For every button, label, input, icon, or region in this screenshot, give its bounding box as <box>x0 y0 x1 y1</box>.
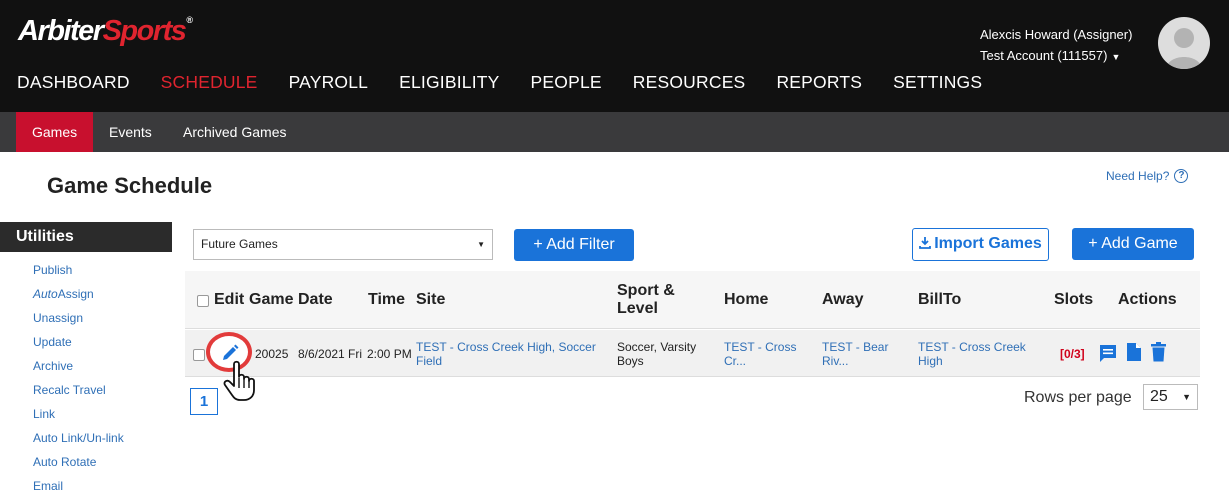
hand-cursor-icon <box>223 360 255 401</box>
logo-sports: Sports <box>102 15 187 47</box>
tab-games[interactable]: Games <box>16 112 94 152</box>
add-filter-button[interactable]: + Add Filter <box>514 229 634 261</box>
cell-site[interactable]: TEST - Cross Creek High, Soccer Field <box>416 340 606 368</box>
person-icon <box>1166 28 1202 69</box>
cell-sport-level: Soccer, Varsity Boys <box>617 340 697 368</box>
filter-select-value: Future Games <box>201 237 278 251</box>
nav-dashboard[interactable]: DASHBOARD <box>17 72 130 93</box>
rows-per-page-select[interactable]: 25 ▼ <box>1143 384 1198 410</box>
sub-nav: Games Events Archived Games <box>0 112 1229 152</box>
header-actions: Actions <box>1118 291 1177 308</box>
avatar[interactable] <box>1158 17 1210 69</box>
header-site[interactable]: Site <box>416 291 445 309</box>
nav-settings[interactable]: SETTINGS <box>893 72 982 93</box>
cell-time: 2:00 PM <box>367 347 412 361</box>
utility-autoassign-prefix: Auto <box>33 287 58 301</box>
trash-icon[interactable] <box>1150 342 1167 362</box>
user-menu[interactable]: Alexcis Howard (Assigner) Test Account (… <box>980 24 1132 68</box>
utility-autoassign[interactable]: AutoAssign <box>33 286 124 310</box>
tab-archived-games[interactable]: Archived Games <box>183 112 286 152</box>
page-title: Game Schedule <box>47 173 213 198</box>
document-icon[interactable] <box>1126 342 1142 362</box>
top-header: ArbiterSports® DASHBOARD SCHEDULE PAYROL… <box>0 0 1229 112</box>
help-icon: ? <box>1174 169 1189 183</box>
dropdown-arrow-icon: ▼ <box>1182 392 1191 402</box>
nav-schedule[interactable]: SCHEDULE <box>161 72 258 93</box>
header-time[interactable]: Time <box>368 291 405 309</box>
import-games-label: Import Games <box>934 235 1042 252</box>
header-home[interactable]: Home <box>724 291 768 309</box>
header-edit: Edit <box>214 291 245 308</box>
user-name: Alexcis Howard (Assigner) <box>980 27 1133 42</box>
rows-per-page-label: Rows per page <box>1024 389 1132 406</box>
nav-reports[interactable]: REPORTS <box>776 72 862 93</box>
nav-people[interactable]: PEOPLE <box>531 72 602 93</box>
cell-home[interactable]: TEST - Cross Cr... <box>724 340 810 368</box>
main-nav: DASHBOARD SCHEDULE PAYROLL ELIGIBILITY P… <box>17 72 1013 93</box>
utility-autoassign-label: Assign <box>57 287 94 301</box>
caret-down-icon: ▼ <box>1111 52 1121 62</box>
utility-archive[interactable]: Archive <box>33 358 124 382</box>
utilities-heading: Utilities <box>0 222 172 252</box>
arbitersports-logo[interactable]: ArbiterSports® <box>18 15 193 48</box>
import-games-button[interactable]: Import Games <box>912 228 1049 261</box>
page-1-button[interactable]: 1 <box>190 388 218 415</box>
comment-icon[interactable] <box>1098 344 1118 363</box>
filter-select[interactable]: Future Games ▼ <box>193 229 493 260</box>
cell-date: 8/6/2021 Fri <box>298 347 363 361</box>
select-all-checkbox[interactable] <box>197 295 209 307</box>
header-game[interactable]: Game <box>249 291 293 309</box>
tab-events[interactable]: Events <box>109 112 152 152</box>
header-date[interactable]: Date <box>298 291 333 309</box>
account-name: Test Account (111557) <box>980 48 1108 63</box>
import-icon <box>919 237 932 249</box>
table-row: 20025 8/6/2021 Fri 2:00 PM TEST - Cross … <box>185 330 1200 377</box>
header-sport-level[interactable]: Sport & Level <box>617 282 697 318</box>
table-header: Edit Game Date Time Site Sport & Level H… <box>185 271 1200 329</box>
dropdown-arrow-icon: ▼ <box>477 240 485 249</box>
utility-unassign[interactable]: Unassign <box>33 310 124 334</box>
need-help-link[interactable]: Need Help?? <box>1106 169 1189 183</box>
utility-publish[interactable]: Publish <box>33 262 124 286</box>
logo-arbiter: Arbiter <box>18 15 104 47</box>
cell-billto[interactable]: TEST - Cross Creek High <box>918 340 1038 368</box>
add-game-button[interactable]: + Add Game <box>1072 228 1194 260</box>
cell-slots[interactable]: [0/3] <box>1060 347 1085 361</box>
cell-game: 20025 <box>255 347 289 361</box>
nav-eligibility[interactable]: ELIGIBILITY <box>399 72 499 93</box>
utility-auto-rotate[interactable]: Auto Rotate <box>33 454 124 478</box>
need-help-label: Need Help? <box>1106 169 1170 183</box>
nav-resources[interactable]: RESOURCES <box>633 72 746 93</box>
row-checkbox[interactable] <box>193 349 205 361</box>
utility-email[interactable]: Email <box>33 478 124 502</box>
utility-auto-link[interactable]: Auto Link/Un-link <box>33 430 124 454</box>
utility-update[interactable]: Update <box>33 334 124 358</box>
rows-per-page-value: 25 <box>1150 388 1168 405</box>
nav-payroll[interactable]: PAYROLL <box>289 72 369 93</box>
cell-away[interactable]: TEST - Bear Riv... <box>822 340 902 368</box>
header-slots[interactable]: Slots <box>1054 291 1093 309</box>
utilities-list: Publish AutoAssign Unassign Update Archi… <box>33 262 124 502</box>
header-billto[interactable]: BillTo <box>918 291 961 309</box>
utility-recalc-travel[interactable]: Recalc Travel <box>33 382 124 406</box>
utility-link[interactable]: Link <box>33 406 124 430</box>
header-away[interactable]: Away <box>822 291 864 309</box>
